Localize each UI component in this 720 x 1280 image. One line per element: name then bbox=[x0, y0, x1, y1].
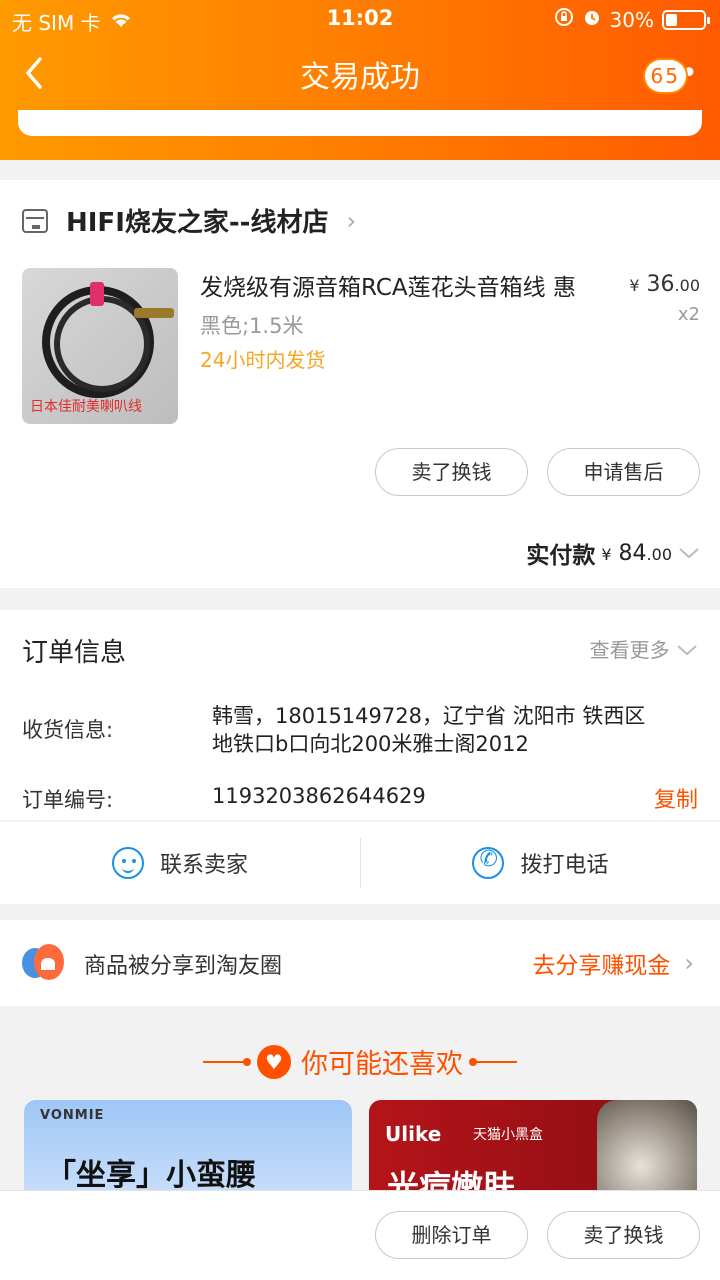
title-deco-left bbox=[203, 1057, 251, 1066]
share-earn-label: 去分享赚现金 bbox=[532, 953, 671, 979]
status-bar: 无 SIM 卡 11:02 30% bbox=[0, 0, 720, 38]
rotation-lock-icon bbox=[554, 7, 574, 32]
paid-int: 84 bbox=[618, 540, 647, 566]
nav-bar: 交易成功 ••• 65 bbox=[0, 38, 720, 110]
paid-amount: ¥ 84.00 bbox=[601, 541, 672, 566]
sell-button[interactable]: 卖了换钱 bbox=[375, 448, 528, 496]
chevron-right-icon: › bbox=[346, 206, 357, 235]
delete-order-button[interactable]: 删除订单 bbox=[375, 1211, 528, 1259]
shop-name: HIFI烧友之家--线材店 bbox=[66, 208, 329, 238]
share-earn-link[interactable]: 去分享赚现金 › bbox=[532, 946, 694, 980]
battery-percent: 30% bbox=[609, 7, 654, 32]
header: 无 SIM 卡 11:02 30% 交易成功 • bbox=[0, 0, 720, 160]
total-paid[interactable]: 实付款 ¥ 84.00 bbox=[526, 536, 700, 570]
page-title: 交易成功 bbox=[300, 60, 420, 95]
shop-icon bbox=[22, 208, 48, 233]
chevron-down-icon bbox=[677, 645, 697, 656]
message-badge: 65 bbox=[644, 60, 686, 92]
order-detail-page: 无 SIM 卡 11:02 30% 交易成功 • bbox=[0, 0, 720, 1280]
paid-symbol: ¥ bbox=[601, 544, 612, 564]
address-line-1: 韩雪，18015149728，辽宁省 沈阳市 铁西区 bbox=[212, 704, 646, 728]
shop-header[interactable]: HIFI烧友之家--线材店 › bbox=[22, 202, 356, 239]
order-info-card: 订单信息 查看更多 收货信息: 韩雪，18015149728，辽宁省 沈阳市 铁… bbox=[0, 610, 720, 820]
address-line-2: 地铁口b口向北200米雅士阁2012 bbox=[212, 732, 529, 756]
shop-order-card: HIFI烧友之家--线材店 › 日本佳耐美喇叭线 发烧级有源音箱RCA莲花头音箱… bbox=[0, 180, 720, 588]
view-more-label: 查看更多 bbox=[589, 638, 670, 662]
paid-dec: .00 bbox=[646, 544, 672, 564]
call-label: 拨打电话 bbox=[520, 853, 609, 878]
contact-bar: 联系卖家 拨打电话 bbox=[0, 822, 720, 904]
product-price: ¥ 36.00 bbox=[629, 272, 700, 297]
contact-seller-button[interactable]: 联系卖家 bbox=[0, 822, 360, 904]
product-title[interactable]: 发烧级有源音箱RCA莲花头音箱线 惠 bbox=[200, 268, 610, 302]
alarm-icon bbox=[582, 7, 602, 32]
product-spec: 黑色;1.5米 bbox=[200, 314, 304, 338]
chevron-down-icon bbox=[678, 541, 700, 565]
shipping-note: 24小时内发货 bbox=[200, 348, 326, 372]
cable-jack bbox=[134, 308, 174, 318]
order-number-label: 订单编号: bbox=[22, 788, 114, 812]
sell-button-bottom[interactable]: 卖了换钱 bbox=[547, 1211, 700, 1259]
copy-button[interactable]: 复制 bbox=[654, 782, 698, 814]
address-label: 收货信息: bbox=[22, 718, 114, 742]
cable-tag bbox=[90, 282, 104, 306]
recommend-headline: 「坐享」小蛮腰 bbox=[46, 1158, 256, 1193]
call-button[interactable]: 拨打电话 bbox=[361, 822, 720, 904]
view-more-link[interactable]: 查看更多 bbox=[590, 634, 698, 663]
recommend-title: ♥ 你可能还喜欢 bbox=[0, 1042, 720, 1081]
recommend-title-label: 你可能还喜欢 bbox=[301, 1049, 463, 1080]
recommend-brand: VONMIE bbox=[40, 1108, 105, 1123]
price-symbol: ¥ bbox=[629, 276, 640, 295]
contact-seller-label: 联系卖家 bbox=[159, 853, 248, 878]
product-image[interactable]: 日本佳耐美喇叭线 bbox=[22, 268, 178, 424]
recommend-sub: 天猫小黑盒 bbox=[473, 1127, 543, 1143]
product-quantity: x2 bbox=[677, 304, 700, 325]
image-watermark: 日本佳耐美喇叭线 bbox=[30, 399, 142, 415]
price-int: 36 bbox=[646, 272, 675, 297]
share-text: 商品被分享到淘友圈 bbox=[84, 954, 283, 979]
battery-icon bbox=[662, 9, 710, 30]
taoyou-icon bbox=[22, 944, 64, 982]
order-number: 1193203862644629 bbox=[212, 784, 426, 808]
paid-label: 实付款 bbox=[526, 543, 596, 569]
heart-icon: ♥ bbox=[257, 1044, 291, 1079]
share-card[interactable]: 商品被分享到淘友圈 去分享赚现金 › bbox=[0, 920, 720, 1006]
recommend-brand: Ulike bbox=[385, 1122, 442, 1146]
order-info-title: 订单信息 bbox=[22, 638, 127, 668]
chat-icon bbox=[111, 847, 144, 879]
header-card-edge bbox=[18, 110, 702, 136]
after-sale-button[interactable]: 申请售后 bbox=[547, 448, 700, 496]
recommend-section: ♥ 你可能还喜欢 VONMIE 「坐享」小蛮腰 Ulike 天猫小黑盒 光痘嫩肤 bbox=[0, 1006, 720, 1210]
more-menu-button[interactable]: ••• 65 bbox=[641, 59, 700, 92]
chevron-right-icon: › bbox=[684, 949, 694, 977]
price-dec: .00 bbox=[674, 276, 700, 295]
phone-icon bbox=[472, 847, 505, 879]
title-deco-right bbox=[469, 1057, 517, 1066]
bottom-action-bar: 删除订单 卖了换钱 bbox=[0, 1190, 720, 1280]
